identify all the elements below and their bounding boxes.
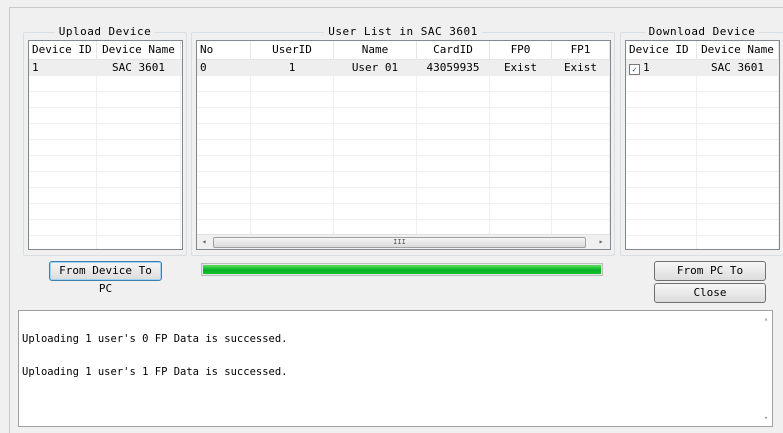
scroll-right-arrow-icon[interactable]: ▸ (594, 235, 608, 249)
user-list-header: No UserID Name CardID FP0 FP1 (197, 41, 610, 60)
download-device-list-header: Device ID Device Name (626, 41, 779, 60)
close-button[interactable]: Close (654, 283, 766, 303)
device-id-cell: 1 (643, 61, 650, 74)
user-list-title: User List in SAC 3601 (324, 25, 482, 38)
column-header-device-name[interactable]: Device Name (97, 41, 181, 59)
user-no-cell: 0 (197, 60, 251, 75)
device-name-cell: SAC 3601 (697, 60, 779, 75)
upload-device-title: Upload Device (54, 25, 156, 38)
from-pc-to-device-button[interactable]: From PC To Device (654, 261, 766, 295)
user-name-cell: User 01 (334, 60, 417, 75)
user-list-horizontal-scrollbar[interactable]: ◂ III ▸ (197, 234, 610, 249)
from-device-to-pc-button[interactable]: From Device To PC (49, 261, 162, 295)
scrollbar-thumb[interactable]: III (213, 237, 586, 248)
user-row[interactable]: 0 1 User 01 43059935 Exist Exist (197, 60, 610, 76)
column-header-userid[interactable]: UserID (251, 41, 334, 59)
device-checkbox[interactable]: ✓ (629, 64, 640, 75)
user-cardid-cell: 43059935 (417, 60, 490, 75)
upload-device-list-header: Device ID Device Name (29, 41, 182, 60)
transfer-progress-bar (201, 263, 603, 276)
progress-fill (203, 265, 601, 274)
upload-device-list[interactable]: Device ID Device Name 1 SAC 3601 (28, 40, 183, 250)
log-output[interactable]: Uploading 1 user's 0 FP Data is successe… (18, 310, 773, 427)
column-header-device-id[interactable]: Device ID (29, 41, 97, 59)
column-header-device-name[interactable]: Device Name (697, 41, 779, 59)
log-line: Uploading 1 user's 1 FP Data is successe… (22, 366, 288, 378)
column-header-cardid[interactable]: CardID (417, 41, 490, 59)
user-fp0-cell: Exist (490, 60, 552, 75)
scroll-left-arrow-icon[interactable]: ◂ (197, 235, 211, 249)
user-list[interactable]: No UserID Name CardID FP0 FP1 0 1 User 0… (196, 40, 611, 250)
column-header-no[interactable]: No (197, 41, 251, 59)
user-fp1-cell: Exist (552, 60, 610, 75)
scroll-down-arrow-icon[interactable]: ▾ (760, 412, 772, 424)
user-id-cell: 1 (251, 60, 334, 75)
device-id-cell: 1 (29, 60, 97, 75)
scroll-up-arrow-icon[interactable]: ▴ (760, 313, 772, 325)
device-name-cell: SAC 3601 (97, 60, 181, 75)
download-device-title: Download Device (644, 25, 760, 38)
download-device-row[interactable]: ✓ 1 SAC 3601 (626, 60, 779, 76)
log-vertical-scrollbar[interactable]: ▴ ▾ (760, 311, 772, 426)
column-header-name[interactable]: Name (334, 41, 417, 59)
column-header-fp1[interactable]: FP1 (552, 41, 610, 59)
column-header-fp0[interactable]: FP0 (490, 41, 552, 59)
download-device-list[interactable]: Device ID Device Name ✓ 1 SAC 3601 (625, 40, 780, 250)
upload-device-row[interactable]: 1 SAC 3601 (29, 60, 182, 76)
scrollbar-grip-icon: III (393, 238, 406, 246)
log-line: Uploading 1 user's 0 FP Data is successe… (22, 333, 288, 345)
column-header-device-id[interactable]: Device ID (626, 41, 697, 59)
